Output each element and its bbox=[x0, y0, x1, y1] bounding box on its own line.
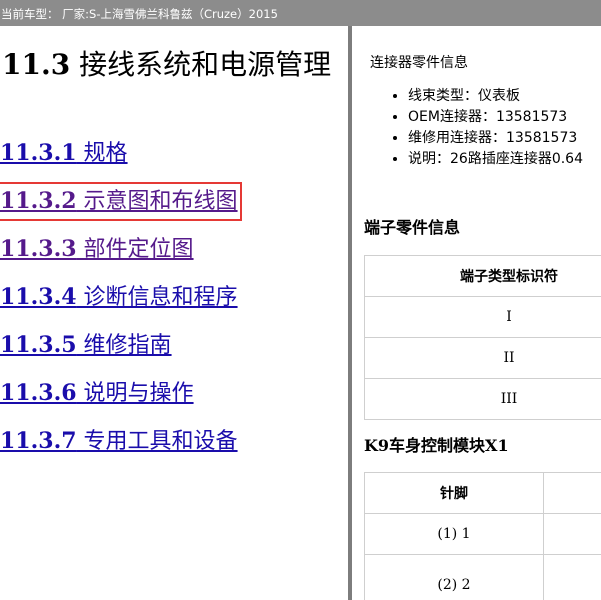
toc-number: 11.3.7 bbox=[0, 428, 77, 454]
page-title-number: 11.3 bbox=[2, 48, 71, 81]
toc-label: 部件定位图 bbox=[76, 237, 194, 262]
table-cell: (2) 2 bbox=[364, 554, 544, 600]
toc-link-description-operation[interactable]: 11.3.6 说明与操作 bbox=[0, 378, 194, 409]
connector-info-heading: 连接器零件信息 bbox=[370, 55, 468, 71]
toc-item: 11.3.6 说明与操作 bbox=[0, 378, 238, 426]
toc-label: 说明与操作 bbox=[76, 381, 194, 406]
page-title-text: 接线系统和电源管理 bbox=[70, 48, 332, 81]
terminal-table: 端子类型标识符 I II III bbox=[364, 255, 601, 420]
terminal-info-heading: 端子零件信息 bbox=[364, 218, 461, 237]
toc-item: 11.3.3 部件定位图 bbox=[0, 234, 238, 282]
table-header-cell bbox=[543, 472, 601, 514]
table-header-cell: 端子类型标识符 bbox=[364, 255, 601, 297]
table-cell bbox=[543, 513, 601, 555]
table-header-row: 端子类型标识符 bbox=[364, 255, 601, 297]
k9-module-heading: K9车身控制模块X1 bbox=[364, 436, 509, 455]
toc-link-special-tools[interactable]: 11.3.7 专用工具和设备 bbox=[0, 426, 238, 457]
table-row: (2) 2 bbox=[364, 554, 601, 600]
content-pane: 连接器零件信息 线束类型：仪表板 OEM连接器：13581573 维修用连接器：… bbox=[352, 26, 601, 600]
toc-number: 11.3.2 bbox=[0, 188, 77, 214]
table-cell bbox=[543, 554, 601, 600]
toc-item: 11.3.5 维修指南 bbox=[0, 330, 238, 378]
table-cell: I bbox=[364, 296, 601, 338]
window-title-bar: 当前车型： 厂家:S-上海雪佛兰科鲁兹（Cruze）2015 bbox=[0, 0, 601, 26]
table-header-row: 针脚 bbox=[364, 472, 601, 514]
list-item: 说明：26路插座连接器0.64 bbox=[408, 149, 583, 170]
toc-link-repair-guide[interactable]: 11.3.5 维修指南 bbox=[0, 330, 172, 361]
toc-item: 11.3.7 专用工具和设备 bbox=[0, 426, 238, 474]
table-row: (1) 1 bbox=[364, 513, 601, 555]
k9-pin-table: 针脚 (1) 1 (2) 2 bbox=[364, 472, 601, 600]
table-row: III bbox=[364, 378, 601, 420]
toc-list: 11.3.1 规格 11.3.2 示意图和布线图 11.3.3 部件定位图 11… bbox=[0, 138, 242, 474]
toc-number: 11.3.4 bbox=[0, 284, 77, 310]
toc-label: 示意图和布线图 bbox=[76, 189, 238, 214]
toc-number: 11.3.1 bbox=[0, 140, 77, 166]
toc-label: 维修指南 bbox=[76, 333, 172, 358]
toc-link-specifications[interactable]: 11.3.1 规格 bbox=[0, 138, 128, 169]
toc-number: 11.3.5 bbox=[0, 332, 77, 358]
toc-link-schematics-wiring[interactable]: 11.3.2 示意图和布线图 bbox=[0, 182, 242, 221]
toc-number: 11.3.3 bbox=[0, 236, 77, 262]
connector-info-list: 线束类型：仪表板 OEM连接器：13581573 维修用连接器：13581573… bbox=[390, 86, 583, 170]
table-header-cell: 针脚 bbox=[364, 472, 544, 514]
table-row: II bbox=[364, 337, 601, 379]
toc-item-selected: 11.3.2 示意图和布线图 bbox=[0, 182, 242, 234]
toc-link-diagnostics[interactable]: 11.3.4 诊断信息和程序 bbox=[0, 282, 238, 313]
list-item: 维修用连接器：13581573 bbox=[408, 128, 583, 149]
list-item: OEM连接器：13581573 bbox=[408, 107, 583, 128]
toc-number: 11.3.6 bbox=[0, 380, 77, 406]
toc-item: 11.3.1 规格 bbox=[0, 138, 238, 186]
table-cell: II bbox=[364, 337, 601, 379]
toc-link-component-locator[interactable]: 11.3.3 部件定位图 bbox=[0, 234, 194, 265]
page-title: 11.3 接线系统和电源管理 bbox=[2, 46, 342, 84]
left-nav-pane: 11.3 接线系统和电源管理 11.3.1 规格 11.3.2 示意图和布线图 … bbox=[0, 26, 348, 600]
toc-item: 11.3.4 诊断信息和程序 bbox=[0, 282, 238, 330]
toc-label: 诊断信息和程序 bbox=[76, 285, 238, 310]
table-cell: (1) 1 bbox=[364, 513, 544, 555]
vehicle-model-label: 当前车型： 厂家:S-上海雪佛兰科鲁兹（Cruze）2015 bbox=[1, 7, 278, 21]
table-cell: III bbox=[364, 378, 601, 420]
table-row: I bbox=[364, 296, 601, 338]
toc-label: 规格 bbox=[76, 141, 128, 166]
list-item: 线束类型：仪表板 bbox=[408, 86, 583, 107]
toc-label: 专用工具和设备 bbox=[76, 429, 238, 454]
